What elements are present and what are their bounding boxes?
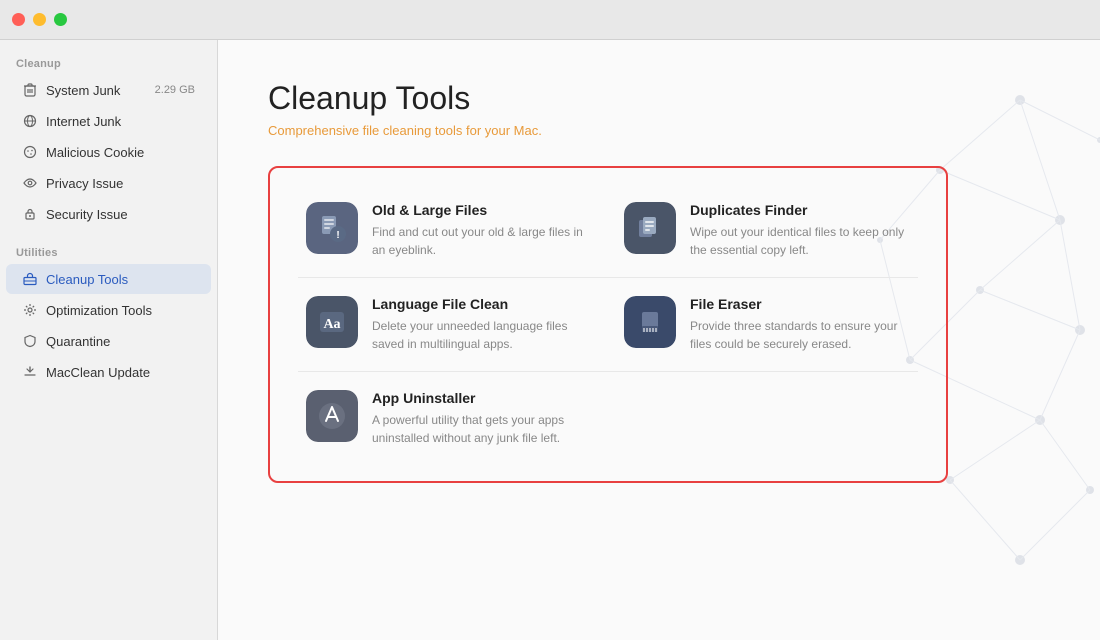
file-eraser-desc: Provide three standards to ensure your f…	[690, 317, 910, 353]
gear-icon	[22, 302, 38, 318]
sidebar-item-optimization-tools[interactable]: Optimization Tools	[6, 295, 211, 325]
tool-file-eraser[interactable]: File Eraser Provide three standards to e…	[608, 278, 926, 371]
duplicates-icon	[624, 202, 676, 254]
quarantine-label: Quarantine	[46, 334, 195, 349]
old-large-files-icon-wrap: !	[306, 202, 358, 254]
app-uninstaller-text: App Uninstaller A powerful utility that …	[372, 390, 592, 447]
maximize-button[interactable]	[54, 13, 67, 26]
update-icon	[22, 364, 38, 380]
app-uninstaller-title: App Uninstaller	[372, 390, 592, 406]
tool-duplicates-finder[interactable]: Duplicates Finder Wipe out your identica…	[608, 184, 926, 277]
sidebar-item-privacy-issue[interactable]: Privacy Issue	[6, 168, 211, 198]
tool-old-large-files[interactable]: ! Old & Large Files Find and cut out you…	[290, 184, 608, 277]
main-content: Cleanup Tools Comprehensive file cleanin…	[218, 40, 1100, 640]
language-file-icon-wrap: Aa	[306, 296, 358, 348]
old-large-files-text: Old & Large Files Find and cut out your …	[372, 202, 592, 259]
app-body: Cleanup System Junk 2.29 GB	[0, 40, 1100, 640]
internet-junk-label: Internet Junk	[46, 114, 195, 129]
titlebar	[0, 0, 1100, 40]
privacy-issue-label: Privacy Issue	[46, 176, 195, 191]
shield-icon	[22, 333, 38, 349]
duplicates-finder-text: Duplicates Finder Wipe out your identica…	[690, 202, 910, 259]
old-files-icon: !	[306, 202, 358, 254]
system-junk-label: System Junk	[46, 83, 147, 98]
empty-cell	[608, 372, 926, 465]
file-eraser-text: File Eraser Provide three standards to e…	[690, 296, 910, 353]
app-uninstaller-icon-wrap	[306, 390, 358, 442]
svg-text:!: !	[336, 230, 339, 241]
cleanup-tools-label: Cleanup Tools	[46, 272, 195, 287]
cleanup-section-label: Cleanup	[0, 50, 217, 74]
utilities-section-label: Utilities	[0, 239, 217, 263]
sidebar-item-cleanup-tools[interactable]: Cleanup Tools	[6, 264, 211, 294]
close-button[interactable]	[12, 13, 25, 26]
optimization-tools-label: Optimization Tools	[46, 303, 195, 318]
security-issue-label: Security Issue	[46, 207, 195, 222]
macclean-update-label: MacClean Update	[46, 365, 195, 380]
language-file-desc: Delete your unneeded language files save…	[372, 317, 592, 353]
tool-app-uninstaller[interactable]: App Uninstaller A powerful utility that …	[290, 372, 608, 465]
duplicates-finder-icon-wrap	[624, 202, 676, 254]
cookie-icon	[22, 144, 38, 160]
content-area: Cleanup Tools Comprehensive file cleanin…	[218, 40, 1100, 513]
tools-container: ! Old & Large Files Find and cut out you…	[268, 166, 948, 483]
page-subtitle: Comprehensive file cleaning tools for yo…	[268, 123, 1050, 138]
sidebar-item-malicious-cookie[interactable]: Malicious Cookie	[6, 137, 211, 167]
internet-icon	[22, 113, 38, 129]
sidebar-item-system-junk[interactable]: System Junk 2.29 GB	[6, 75, 211, 105]
uninstaller-icon	[306, 390, 358, 442]
file-eraser-icon-wrap	[624, 296, 676, 348]
malicious-cookie-label: Malicious Cookie	[46, 145, 195, 160]
sidebar-item-security-issue[interactable]: Security Issue	[6, 199, 211, 229]
toolbox-icon	[22, 271, 38, 287]
system-junk-badge: 2.29 GB	[155, 84, 195, 96]
duplicates-finder-title: Duplicates Finder	[690, 202, 910, 218]
tool-language-file-clean[interactable]: Aa Language File Clean Delete your unnee…	[290, 278, 608, 371]
lock-icon	[22, 206, 38, 222]
duplicates-finder-desc: Wipe out your identical files to keep on…	[690, 223, 910, 259]
minimize-button[interactable]	[33, 13, 46, 26]
trash-icon	[22, 82, 38, 98]
old-large-files-desc: Find and cut out your old & large files …	[372, 223, 592, 259]
sidebar: Cleanup System Junk 2.29 GB	[0, 40, 218, 640]
app-uninstaller-desc: A powerful utility that gets your apps u…	[372, 411, 592, 447]
file-eraser-title: File Eraser	[690, 296, 910, 312]
language-file-title: Language File Clean	[372, 296, 592, 312]
page-title: Cleanup Tools	[268, 80, 1050, 117]
eraser-icon	[624, 296, 676, 348]
language-icon: Aa	[306, 296, 358, 348]
old-large-files-title: Old & Large Files	[372, 202, 592, 218]
sidebar-item-macclean-update[interactable]: MacClean Update	[6, 357, 211, 387]
sidebar-item-internet-junk[interactable]: Internet Junk	[6, 106, 211, 136]
eye-icon	[22, 175, 38, 191]
sidebar-item-quarantine[interactable]: Quarantine	[6, 326, 211, 356]
svg-text:Aa: Aa	[323, 317, 340, 332]
language-file-text: Language File Clean Delete your unneeded…	[372, 296, 592, 353]
